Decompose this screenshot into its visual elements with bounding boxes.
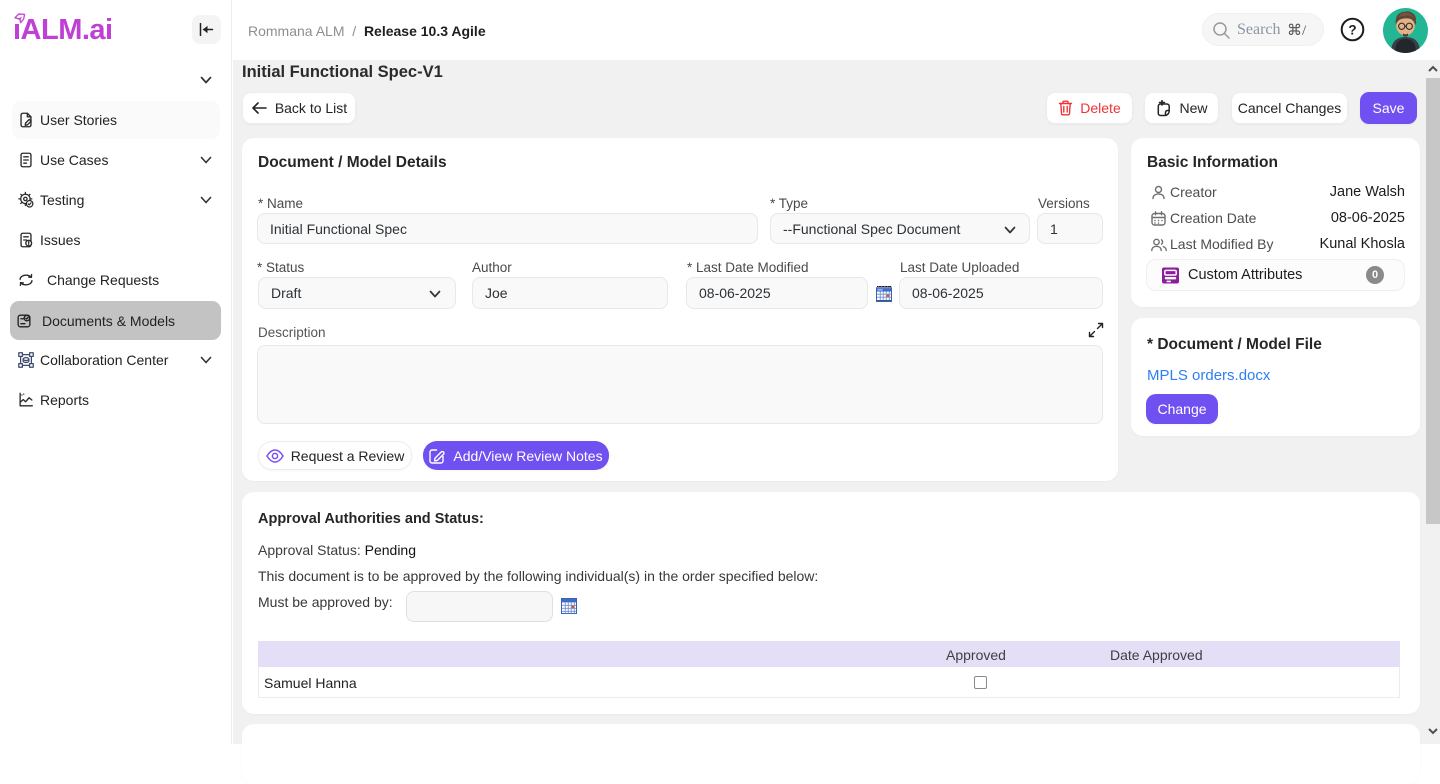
svg-text:?: ? xyxy=(1348,22,1356,37)
